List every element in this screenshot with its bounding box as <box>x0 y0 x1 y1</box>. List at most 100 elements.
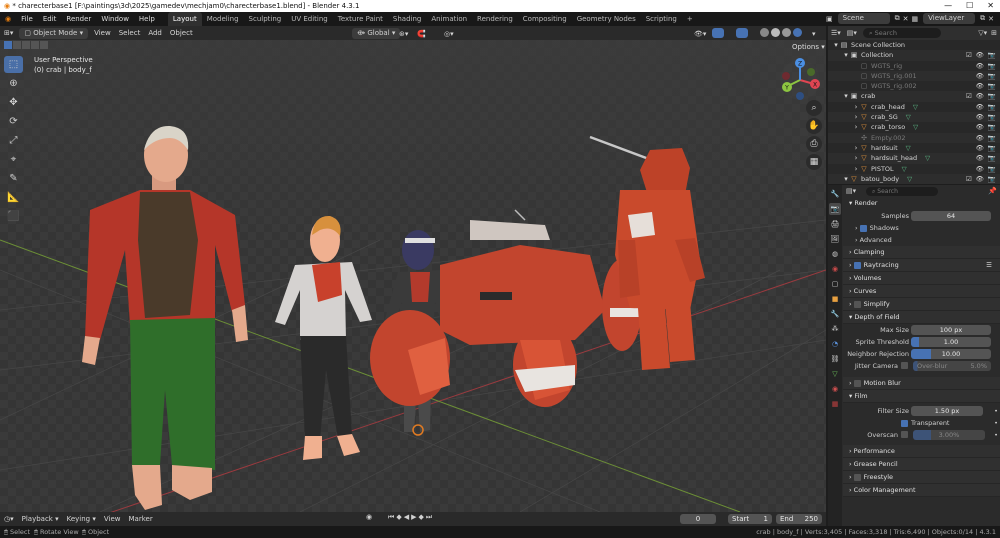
outliner-row[interactable]: ▢ WGTS_rig.002 👁 📷 <box>828 81 1000 91</box>
annotate-tool-icon[interactable]: ✎ <box>4 170 23 187</box>
eye-icon[interactable]: 👁 <box>976 50 984 60</box>
outliner-row[interactable]: ▾ ▽ batou_body ▽ ☑ 👁 📷 <box>828 173 1000 185</box>
panel-grease-pencil[interactable]: › Grease Pencil <box>843 458 1000 471</box>
transform-orientation[interactable]: ⟴ Global ▾ <box>352 28 401 39</box>
material-tab-icon[interactable]: ◉ <box>829 383 841 395</box>
properties-editor-icon[interactable]: ▤▾ <box>846 187 866 195</box>
eye-icon[interactable]: 👁 <box>976 164 984 174</box>
jitter-camera-checkbox[interactable] <box>901 362 908 369</box>
expand-arrow-icon[interactable]: › <box>852 153 860 163</box>
tool-tab-icon[interactable]: 🔧 <box>829 188 841 200</box>
texture-tab-icon[interactable]: ▦ <box>829 398 841 410</box>
max-size-field[interactable]: 100 px <box>911 325 991 335</box>
collection-tab-icon[interactable]: ▢ <box>829 278 841 290</box>
filter-size-field[interactable]: 1.50 px <box>911 406 983 416</box>
mesh-data-icon[interactable]: ▽ <box>913 123 918 131</box>
prev-keyframe-icon[interactable]: ◆ <box>396 513 403 521</box>
menu-window[interactable]: Window <box>96 12 134 26</box>
camera-icon[interactable]: 📷 <box>988 143 996 153</box>
menu-select[interactable]: Select <box>115 26 145 40</box>
maximize-button[interactable]: ☐ <box>966 0 973 12</box>
select-new-icon[interactable] <box>4 41 12 49</box>
list-icon[interactable]: ☰ <box>986 259 992 272</box>
view-layer-tab-icon[interactable]: 🖼 <box>829 233 841 245</box>
close-icon[interactable]: ✕ <box>988 15 994 23</box>
end-frame-field[interactable]: End 250 <box>776 514 822 524</box>
expand-arrow-icon[interactable]: › <box>852 102 860 112</box>
expand-arrow-icon[interactable]: ▾ <box>832 40 840 50</box>
mesh-data-icon[interactable]: ▽ <box>907 175 912 183</box>
transform-tool-icon[interactable]: ⌖ <box>4 151 23 168</box>
view-layer-selector[interactable]: ViewLayer <box>923 13 976 24</box>
panel-volumes[interactable]: › Volumes <box>843 272 1000 285</box>
panel-film[interactable]: ▾ Film <box>843 390 1000 403</box>
menu-object[interactable]: Object <box>166 26 197 40</box>
copy-icon[interactable]: ⧉ <box>980 14 985 23</box>
eye-icon[interactable]: 👁 <box>976 91 984 101</box>
perspective-grid-icon[interactable]: ▦ <box>806 154 822 170</box>
render-tab-icon[interactable]: 📷 <box>829 203 841 215</box>
sprite-threshold-field[interactable]: 1.00 <box>911 337 991 347</box>
outliner-row[interactable]: › ▽ crab_torso ▽ 👁 📷 <box>828 122 1000 132</box>
camera-icon[interactable]: 📷 <box>988 102 996 112</box>
tab-shading[interactable]: Shading <box>388 12 426 26</box>
camera-icon[interactable]: 📷 <box>988 71 996 81</box>
outliner-row[interactable]: › ▽ hardsuit ▽ 👁 📷 <box>828 143 1000 153</box>
cursor-tool-icon[interactable]: ⊕ <box>4 75 23 92</box>
proportional-edit-icon[interactable]: ◎▾ <box>440 27 458 41</box>
eye-icon[interactable]: 👁 <box>976 143 984 153</box>
panel-curves[interactable]: › Curves <box>843 285 1000 298</box>
panel-motion-blur[interactable]: › Motion Blur <box>843 377 1000 390</box>
select-subtract-icon[interactable] <box>22 41 30 49</box>
eye-icon[interactable]: 👁 <box>976 112 984 122</box>
menu-help[interactable]: Help <box>134 12 160 26</box>
camera-view-icon[interactable]: ⎙ <box>806 136 822 152</box>
expand-arrow-icon[interactable]: › <box>852 112 860 122</box>
current-frame-field[interactable]: 0 <box>680 514 716 524</box>
eye-icon[interactable]: 👁 <box>976 81 984 91</box>
menu-view[interactable]: View <box>90 26 115 40</box>
modifier-tab-icon[interactable]: 🔧 <box>829 308 841 320</box>
camera-icon[interactable]: 📷 <box>988 81 996 91</box>
constraints-tab-icon[interactable]: ⛓ <box>829 353 841 365</box>
outliner-row[interactable]: ▾ ▤ Scene Collection <box>828 40 1000 50</box>
transparent-checkbox[interactable] <box>901 419 908 427</box>
scale-tool-icon[interactable]: ⤢ <box>4 132 23 149</box>
close-icon[interactable]: ✕ <box>903 15 909 23</box>
close-button[interactable]: ✕ <box>987 0 994 12</box>
tab-rendering[interactable]: Rendering <box>472 12 518 26</box>
3d-viewport[interactable]: User Perspective (0) crab | body_f Optio… <box>0 40 826 512</box>
overscan-field[interactable]: 3.00% <box>913 430 985 440</box>
object-tab-icon[interactable]: ■ <box>829 293 841 305</box>
overlay-toggle-icon[interactable] <box>736 28 748 38</box>
select-box-tool-icon[interactable]: ⬚ <box>4 56 23 73</box>
expand-arrow-icon[interactable]: ▾ <box>842 174 850 184</box>
shadows-checkbox[interactable] <box>859 224 867 232</box>
scene-tab-icon[interactable]: ◍ <box>829 248 841 260</box>
outliner-row[interactable]: ▢ WGTS_rig.001 👁 📷 <box>828 70 1000 82</box>
tab-layout[interactable]: Layout <box>167 12 202 26</box>
outliner-row[interactable]: › ▽ PISTOL ▽ 👁 📷 <box>828 164 1000 174</box>
minimize-button[interactable]: — <box>944 0 952 12</box>
snap-icon[interactable]: 🧲 <box>413 27 430 41</box>
menu-keying[interactable]: Keying ▾ <box>63 512 100 526</box>
rotate-tool-icon[interactable]: ⟳ <box>4 113 23 130</box>
tab-compositing[interactable]: Compositing <box>518 12 572 26</box>
mesh-data-icon[interactable]: ▽ <box>902 165 907 173</box>
next-keyframe-icon[interactable]: ◆ <box>418 513 425 521</box>
exclude-checkbox[interactable]: ☑ <box>966 174 972 184</box>
mesh-data-icon[interactable]: ▽ <box>925 154 930 162</box>
eye-icon[interactable]: 👁 <box>976 61 984 71</box>
eye-icon[interactable]: 👁 <box>976 133 984 143</box>
tab-uv-editing[interactable]: UV Editing <box>286 12 333 26</box>
samples-field[interactable]: 64 <box>911 211 991 221</box>
expand-arrow-icon[interactable]: ▾ <box>842 91 850 101</box>
menu-playback[interactable]: Playback ▾ <box>18 512 63 526</box>
options-dropdown[interactable]: Options ▾ <box>792 43 825 51</box>
new-collection-icon[interactable]: ⊞ <box>991 29 997 37</box>
outliner-row[interactable]: ✣ Empty.002 👁 📷 <box>828 132 1000 143</box>
select-invert-icon[interactable] <box>31 41 39 49</box>
play-reverse-icon[interactable]: ◀ <box>404 513 411 521</box>
outliner-row[interactable]: ▢ WGTS_rig 👁 📷 <box>828 61 1000 71</box>
exclude-checkbox[interactable]: ☑ <box>966 91 972 101</box>
